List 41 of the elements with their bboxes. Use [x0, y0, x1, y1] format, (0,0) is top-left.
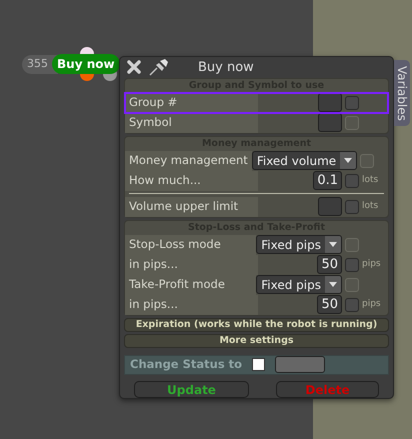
number-field[interactable]: 50	[317, 255, 342, 274]
checkbox[interactable]	[345, 200, 359, 214]
node-label[interactable]: Buy now	[52, 54, 120, 74]
field-label: Take-Profit mode	[129, 276, 225, 294]
field-label: in pips...	[129, 256, 178, 274]
unit-label: pips	[362, 258, 381, 269]
field-label: Symbol	[129, 114, 172, 132]
section-header[interactable]: More settings	[124, 334, 389, 348]
checkbox[interactable]	[345, 298, 359, 312]
field-label: Stop-Loss mode	[129, 236, 221, 254]
number-field[interactable]	[318, 197, 342, 216]
text-field[interactable]	[318, 113, 342, 132]
checkbox[interactable]	[345, 258, 359, 272]
number-field[interactable]: 0.1	[313, 171, 342, 190]
checkbox[interactable]	[345, 96, 359, 110]
pin-icon[interactable]	[148, 57, 170, 78]
section-header[interactable]: Expiration (works while the robot is running)	[124, 318, 389, 332]
window-title: Buy now	[198, 58, 254, 77]
field-label: Group #	[129, 94, 178, 112]
status-field[interactable]	[275, 356, 326, 374]
caret-icon	[325, 276, 341, 294]
field-label: Volume upper limit	[129, 198, 238, 216]
caret-icon	[325, 236, 341, 254]
close-icon[interactable]	[126, 59, 142, 76]
side-tab[interactable]: Variables	[394, 60, 410, 126]
update-button[interactable]: Update	[134, 381, 249, 398]
text-field[interactable]	[318, 93, 342, 112]
dropdown[interactable]: Fixed pips	[256, 235, 342, 254]
unit-label: lots	[362, 200, 378, 211]
number-field[interactable]: 50	[317, 295, 342, 314]
dropdown[interactable]: Fixed volume	[252, 151, 358, 170]
status-checkbox[interactable]	[252, 358, 266, 372]
checkbox[interactable]	[345, 174, 359, 188]
status-label: Change Status to	[130, 356, 242, 374]
field-label: How much...	[129, 172, 201, 190]
unit-label: lots	[362, 174, 378, 185]
unit-label: pips	[362, 298, 381, 309]
dropdown[interactable]: Fixed pips	[256, 275, 342, 294]
field-label: Money management	[129, 152, 248, 170]
field-label: in pips...	[129, 296, 178, 314]
caret-icon	[340, 152, 356, 170]
